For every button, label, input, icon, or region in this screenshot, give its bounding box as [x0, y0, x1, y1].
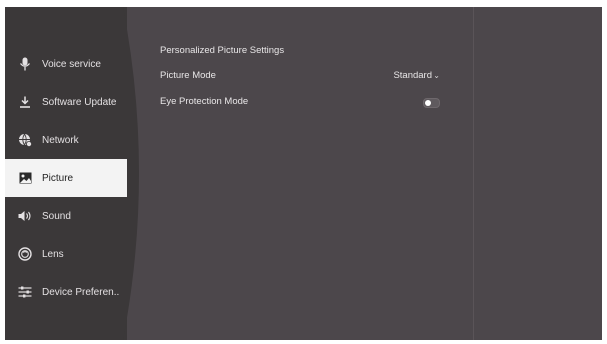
- panel-divider: [473, 7, 474, 340]
- lens-icon: [18, 247, 32, 261]
- sidebar-item-label: Software Update: [42, 96, 117, 108]
- sliders-icon: [18, 285, 32, 299]
- picture-icon: [18, 171, 32, 185]
- eye-protection-label: Eye Protection Mode: [160, 96, 249, 107]
- network-globe-icon: [18, 133, 32, 147]
- sidebar-item-voice-service[interactable]: Voice service: [5, 45, 127, 83]
- sidebar-item-software-update[interactable]: Software Update: [5, 83, 127, 121]
- sidebar-item-label: Lens: [42, 248, 64, 260]
- download-icon: [18, 95, 32, 109]
- eye-protection-row[interactable]: Eye Protection Mode: [160, 95, 440, 109]
- speaker-icon: [18, 209, 32, 223]
- picture-mode-value: Standard: [393, 70, 432, 81]
- sidebar-item-picture[interactable]: Picture: [5, 159, 127, 197]
- sidebar-item-sound[interactable]: Sound: [5, 197, 127, 235]
- chevron-down-icon: ⌄: [433, 71, 440, 80]
- eye-protection-toggle[interactable]: [423, 98, 440, 108]
- sidebar-item-label: Sound: [42, 210, 71, 222]
- sidebar-item-network[interactable]: Network: [5, 121, 127, 159]
- sidebar-item-label: Voice service: [42, 58, 101, 70]
- microphone-icon: [18, 57, 32, 71]
- sidebar-menu: Voice service Software Update Network Pi…: [5, 45, 127, 311]
- sidebar-item-label: Picture: [42, 172, 74, 184]
- sidebar-item-device-preferences[interactable]: Device Preferen..: [5, 273, 127, 311]
- picture-mode-label: Picture Mode: [160, 70, 216, 81]
- section-title: Personalized Picture Settings: [160, 45, 285, 56]
- settings-panel: Personalized Picture Settings Picture Mo…: [160, 44, 440, 121]
- settings-screen: Voice service Software Update Network Pi…: [5, 7, 602, 340]
- picture-mode-row[interactable]: Picture Mode Standard ⌄: [160, 69, 440, 83]
- sidebar-item-label: Network: [42, 134, 79, 146]
- sidebar-item-label: Device Preferen..: [42, 286, 120, 298]
- toggle-knob: [425, 100, 431, 106]
- sidebar-item-lens[interactable]: Lens: [5, 235, 127, 273]
